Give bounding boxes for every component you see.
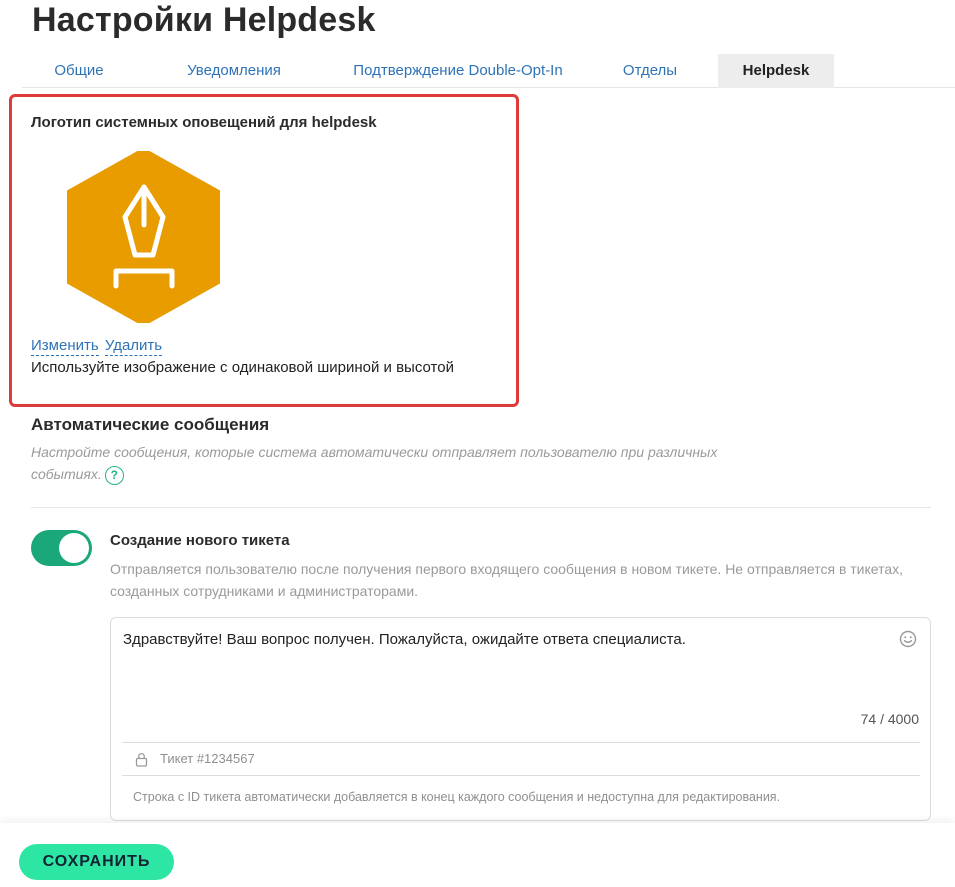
auto-messages-title: Автоматические сообщения xyxy=(31,415,270,434)
change-logo-link[interactable]: Изменить xyxy=(31,337,99,356)
tab-departments[interactable]: Отделы xyxy=(600,54,700,88)
tab-helpdesk[interactable]: Helpdesk xyxy=(718,54,834,88)
section-divider xyxy=(31,507,931,508)
page-title: Настройки Helpdesk xyxy=(32,1,376,39)
tab-bar: Общие Уведомления Подтверждение Double-O… xyxy=(22,54,955,88)
ticket-id-line: Тикет #1234567 xyxy=(160,751,255,766)
message-text[interactable]: Здравствуйте! Ваш вопрос получен. Пожалу… xyxy=(123,631,686,648)
editor-divider xyxy=(122,742,920,743)
tab-general[interactable]: Общие xyxy=(22,54,136,88)
tab-notifications[interactable]: Уведомления xyxy=(144,54,324,88)
delete-logo-link[interactable]: Удалить xyxy=(104,337,163,356)
tab-double-opt-in[interactable]: Подтверждение Double-Opt-In xyxy=(322,54,594,88)
message-editor[interactable]: Здравствуйте! Ваш вопрос получен. Пожалу… xyxy=(110,617,931,821)
logo-hint: Используйте изображение с одинаковой шир… xyxy=(31,359,454,376)
editor-divider xyxy=(122,775,920,776)
new-ticket-title: Создание нового тикета xyxy=(110,532,290,549)
logo-section-title: Логотип системных оповещений для helpdes… xyxy=(31,114,377,131)
character-counter: 74 / 4000 xyxy=(860,711,919,727)
lock-icon xyxy=(135,753,148,767)
logo-actions: Изменить Удалить xyxy=(31,337,164,356)
helpdesk-logo-image xyxy=(67,151,220,323)
toggle-knob xyxy=(59,533,89,563)
footer-bar: СОХРАНИТЬ xyxy=(0,823,955,887)
auto-messages-description-text: Настройте сообщения, которые система авт… xyxy=(31,444,718,482)
emoji-icon[interactable] xyxy=(899,630,917,648)
new-ticket-description: Отправляется пользователю после получени… xyxy=(110,561,904,599)
save-button[interactable]: СОХРАНИТЬ xyxy=(19,844,174,880)
new-ticket-toggle[interactable] xyxy=(31,530,92,566)
help-icon[interactable]: ? xyxy=(104,465,124,485)
ticket-id-note: Строка с ID тикета автоматически добавля… xyxy=(133,790,781,804)
auto-messages-description: Настройте сообщения, которые система авт… xyxy=(31,441,751,485)
